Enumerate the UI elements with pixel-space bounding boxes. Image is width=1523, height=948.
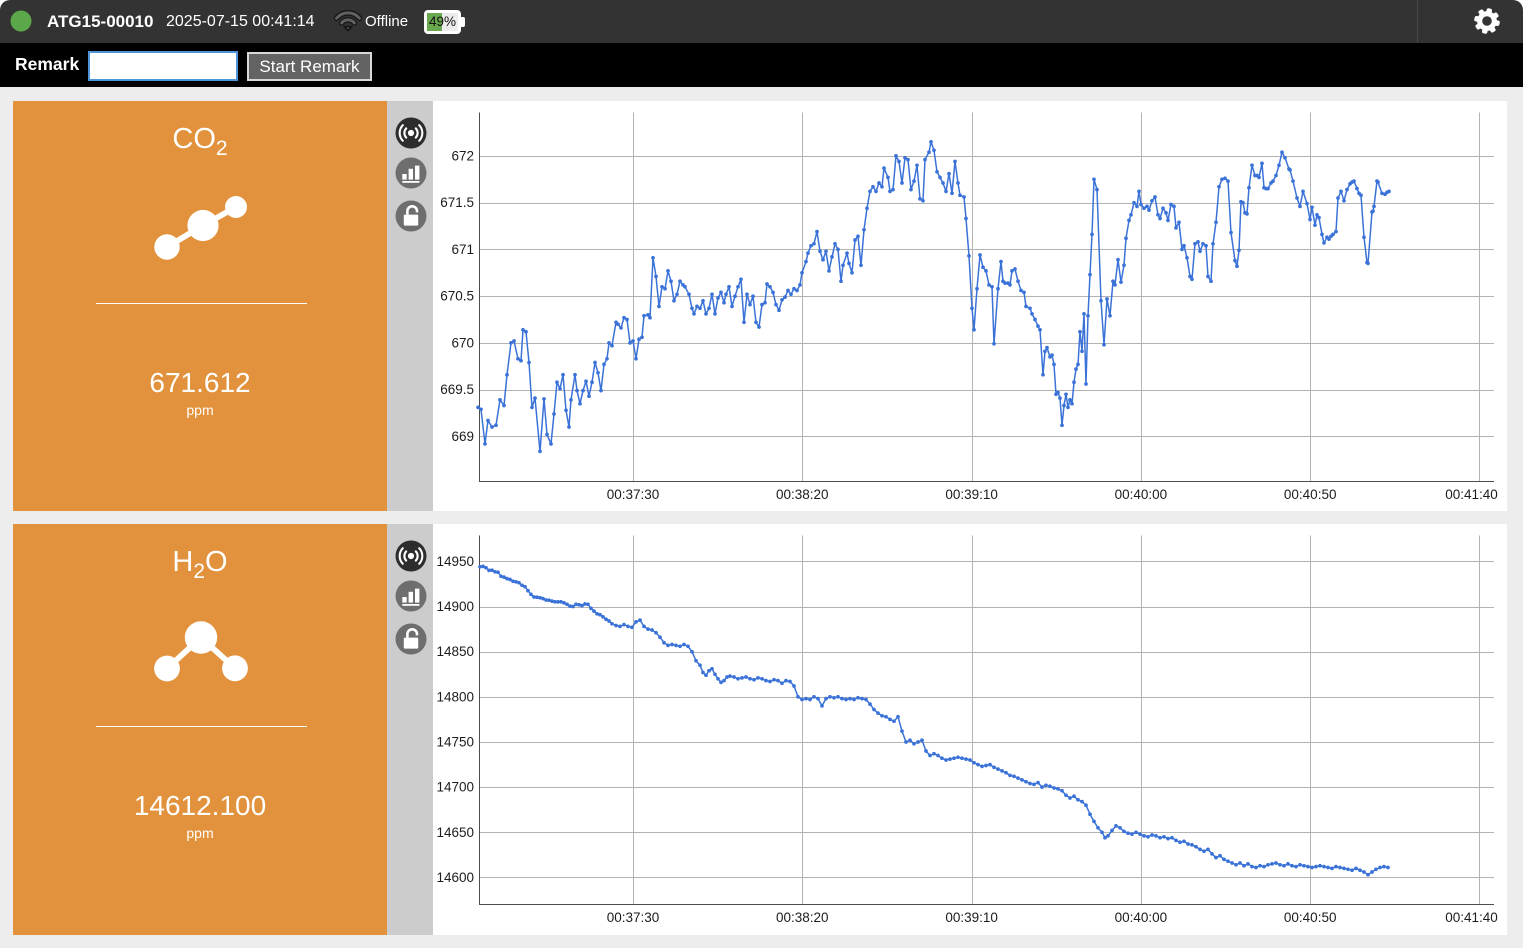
svg-text:14850: 14850	[436, 644, 474, 659]
svg-text:00:37:30: 00:37:30	[607, 487, 660, 502]
svg-text:670.5: 670.5	[440, 289, 474, 304]
svg-text:14700: 14700	[436, 780, 474, 795]
svg-text:00:40:50: 00:40:50	[1284, 910, 1337, 925]
svg-text:00:41:40: 00:41:40	[1445, 910, 1498, 925]
svg-text:00:39:10: 00:39:10	[945, 910, 998, 925]
svg-text:00:39:10: 00:39:10	[945, 487, 998, 502]
svg-text:671.5: 671.5	[440, 195, 474, 210]
svg-text:00:40:00: 00:40:00	[1115, 910, 1168, 925]
svg-text:00:40:50: 00:40:50	[1284, 487, 1337, 502]
svg-text:14650: 14650	[436, 825, 474, 840]
svg-text:00:37:30: 00:37:30	[607, 910, 660, 925]
svg-text:14950: 14950	[436, 554, 474, 569]
svg-text:00:41:40: 00:41:40	[1445, 487, 1498, 502]
svg-text:14900: 14900	[436, 599, 474, 614]
svg-text:670: 670	[451, 335, 474, 350]
svg-text:14750: 14750	[436, 735, 474, 750]
svg-text:14800: 14800	[436, 689, 474, 704]
svg-text:00:38:20: 00:38:20	[776, 487, 829, 502]
svg-text:14600: 14600	[436, 870, 474, 885]
svg-text:671: 671	[451, 242, 474, 257]
svg-text:672: 672	[451, 148, 474, 163]
svg-text:669.5: 669.5	[440, 382, 474, 397]
svg-text:669: 669	[451, 429, 474, 444]
svg-text:00:38:20: 00:38:20	[776, 910, 829, 925]
svg-text:00:40:00: 00:40:00	[1115, 487, 1168, 502]
